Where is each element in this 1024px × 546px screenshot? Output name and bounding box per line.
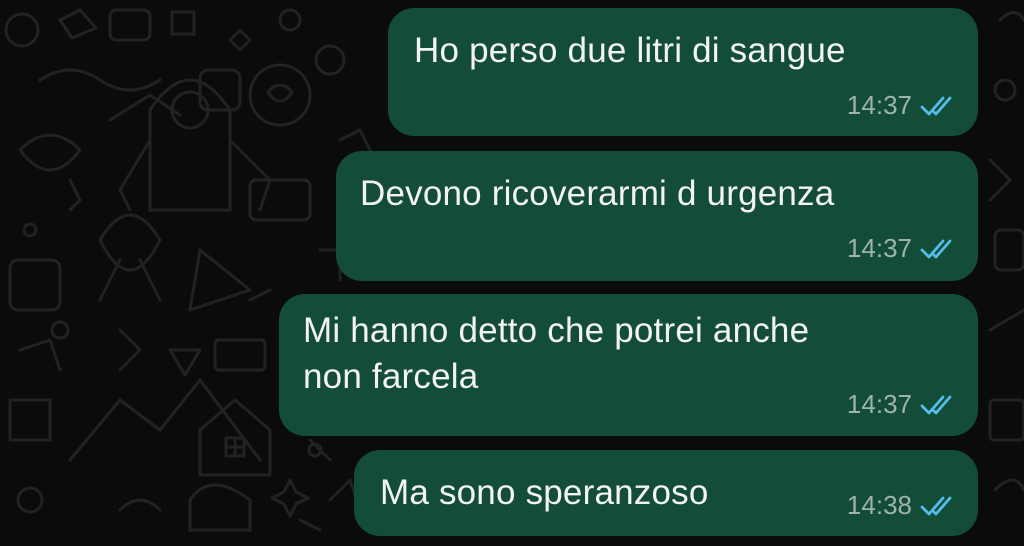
message-time: 14:37 [846, 233, 912, 263]
outgoing-message-bubble[interactable]: Devono ricoverarmi d urgenza 14:37 [336, 151, 978, 281]
outgoing-message-bubble[interactable]: Ma sono speranzoso 14:38 [354, 450, 978, 536]
message-text: Devono ricoverarmi d urgenza [360, 174, 835, 213]
outgoing-message-bubble[interactable]: Mi hanno detto che potrei anche non farc… [279, 294, 978, 436]
message-text: Ho perso due litri di sangue [414, 31, 846, 70]
message-meta: 14:37 [847, 90, 956, 121]
chat-message-list[interactable]: Ho perso due litri di sangue 14:37 Devon… [0, 0, 1024, 546]
message-time: 14:37 [846, 389, 912, 419]
message-text: Ma sono speranzoso [380, 473, 709, 512]
message-meta: 14:37 [847, 233, 956, 264]
message-meta: 14:37 [847, 389, 956, 420]
double-check-read-icon [920, 95, 956, 117]
message-meta: 14:38 [847, 490, 956, 521]
double-check-read-icon [920, 394, 956, 416]
message-time: 14:37 [846, 90, 912, 120]
message-text: Mi hanno detto che potrei anche non farc… [303, 311, 810, 396]
double-check-read-icon [920, 495, 956, 517]
outgoing-message-bubble[interactable]: Ho perso due litri di sangue 14:37 [388, 8, 978, 136]
message-time: 14:38 [846, 490, 912, 520]
double-check-read-icon [920, 238, 956, 260]
